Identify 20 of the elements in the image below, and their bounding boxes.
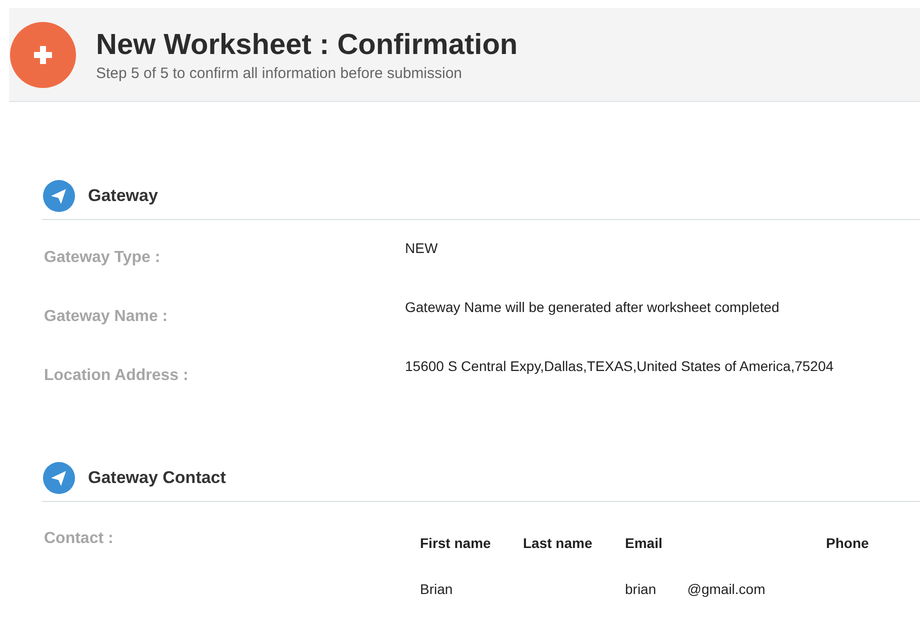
paper-plane-icon [43,180,75,212]
field-label: Gateway Name : [43,307,169,326]
field-label: Gateway Type : [43,248,162,267]
column-header: Last name [523,535,592,551]
column-header: Email [625,535,662,551]
section-title: Gateway Contact [88,468,226,488]
page-subtitle: Step 5 of 5 to confirm all information before submission [96,64,464,82]
field-label: Location Address : [43,366,190,385]
column-header: First name [420,535,491,551]
section-title: Gateway [88,186,158,206]
field-value: NEW [405,239,438,256]
column-header: Phone [826,535,869,551]
page-title: New Worksheet : Confirmation [96,28,518,62]
field-value: Gateway Name will be generated after worksheet completed [405,298,780,315]
field-value: 15600 S Central Expy,Dallas,TEXAS,United States of America,75204 [405,357,834,374]
table-cell: brian @gmail.com [625,581,766,597]
table-cell: Brian [420,581,453,597]
field-label: Contact : [43,529,114,549]
paper-plane-icon [43,462,75,494]
plus-icon[interactable] [10,22,76,88]
